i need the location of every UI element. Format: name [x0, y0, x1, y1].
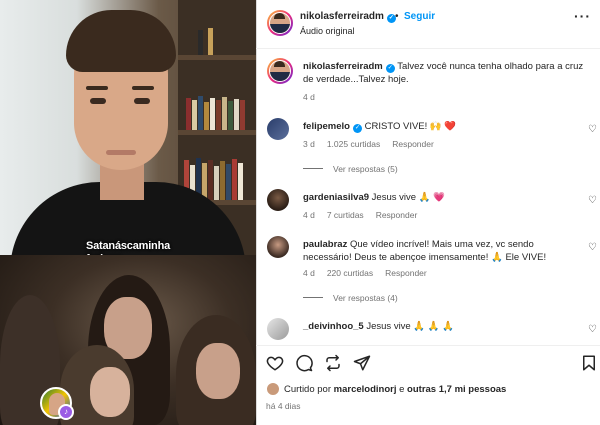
liked-by-prefix: Curtido por	[284, 384, 331, 395]
comment-likes[interactable]: 7 curtidas	[327, 210, 364, 220]
comment-text: CRISTO VIVE! 🙌 ❤️	[364, 121, 457, 132]
comment-avatar[interactable]	[267, 236, 289, 258]
audio-link[interactable]: Áudio original	[300, 26, 355, 36]
comment-username[interactable]: _deivinhoo_5	[303, 321, 364, 332]
comment-likes[interactable]: 1.025 curtidas	[327, 139, 380, 149]
author-avatar[interactable]	[267, 10, 293, 36]
comment-icon[interactable]	[295, 354, 313, 372]
comment-like-heart-icon[interactable]: ♡	[588, 124, 597, 135]
comment-4: _deivinhoo_5 Jesus vive 🙏 🙏 🙏	[303, 320, 573, 333]
comment-username[interactable]: gardeniasilva9	[303, 192, 369, 203]
comment-avatar[interactable]	[267, 118, 289, 140]
send-icon[interactable]	[353, 354, 371, 372]
person-hair	[66, 10, 176, 72]
separator-dot: •	[395, 11, 399, 22]
caption-line-1: Satanáscaminha	[86, 240, 171, 252]
comment-time: 4 d	[303, 268, 315, 278]
follow-button[interactable]: Seguir	[404, 11, 435, 22]
view-replies-button[interactable]: Ver respostas (5)	[303, 164, 398, 174]
comment-like-heart-icon[interactable]: ♡	[588, 242, 597, 253]
heart-icon[interactable]	[266, 354, 284, 372]
comment-meta: 4 d 7 curtidas Responder	[303, 210, 429, 220]
verified-badge-icon: ✓	[385, 64, 395, 73]
post-author-avatar[interactable]	[267, 58, 293, 84]
post-caption: nikolasferreiradm ✓ Talvez você nunca ten…	[303, 60, 588, 86]
comment-avatar[interactable]	[267, 318, 289, 340]
view-replies-button[interactable]: Ver respostas (4)	[303, 293, 398, 303]
verified-badge-icon: ✓	[353, 124, 362, 133]
comment-text: Jesus vive 🙏 💗	[371, 192, 445, 203]
comment-username[interactable]: felipemelo	[303, 121, 350, 132]
comment-avatar[interactable]	[267, 189, 289, 211]
action-bar	[266, 354, 596, 374]
comment-meta: 3 d 1.025 curtidas Responder	[303, 139, 446, 149]
liked-by-others[interactable]: outras 1,7 mi pessoas	[407, 384, 506, 395]
reply-button[interactable]: Responder	[376, 210, 418, 220]
video-frame-scene	[0, 255, 256, 425]
author-username[interactable]: nikolasferreiradm ✓	[300, 11, 396, 23]
liked-by-avatar[interactable]	[266, 382, 280, 396]
header-divider	[256, 48, 600, 49]
actions-divider	[256, 345, 600, 346]
comment-time: 4 d	[303, 210, 315, 220]
liked-by: Curtido por marcelodinorj e outras 1,7 m…	[284, 384, 506, 395]
comment-like-heart-icon[interactable]: ♡	[588, 195, 597, 206]
liked-by-middle: e	[399, 384, 405, 395]
comment-2: gardeniasilva9 Jesus vive 🙏 💗	[303, 191, 573, 204]
comment-3: paulabraz Que vídeo incrível! Mais uma v…	[303, 238, 575, 264]
comment-1: felipemelo ✓ CRISTO VIVE! 🙌 ❤️	[303, 120, 573, 133]
comment-likes[interactable]: 220 curtidas	[327, 268, 373, 278]
repost-icon[interactable]	[324, 354, 342, 372]
video-frame-speaker	[0, 0, 256, 255]
reel-video[interactable]: Satanáscaminha furioso ♪	[0, 0, 256, 425]
comment-username[interactable]: paulabraz	[303, 239, 347, 250]
reply-button[interactable]: Responder	[385, 268, 427, 278]
bookmark-icon[interactable]	[580, 354, 598, 372]
comment-text: Jesus vive 🙏 🙏 🙏	[366, 321, 455, 332]
post-author-username[interactable]: nikolasferreiradm	[303, 61, 383, 72]
comment-meta: 4 d 220 curtidas Responder	[303, 268, 439, 278]
post-date[interactable]: há 4 dias	[266, 401, 301, 411]
post-time: 4 d	[303, 92, 315, 102]
comment-time: 3 d	[303, 139, 315, 149]
liked-by-user[interactable]: marcelodinorj	[334, 384, 397, 395]
comment-like-heart-icon[interactable]: ♡	[588, 324, 597, 335]
music-note-icon[interactable]: ♪	[58, 404, 74, 420]
reply-button[interactable]: Responder	[392, 139, 434, 149]
more-options-icon[interactable]: ···	[574, 8, 591, 24]
